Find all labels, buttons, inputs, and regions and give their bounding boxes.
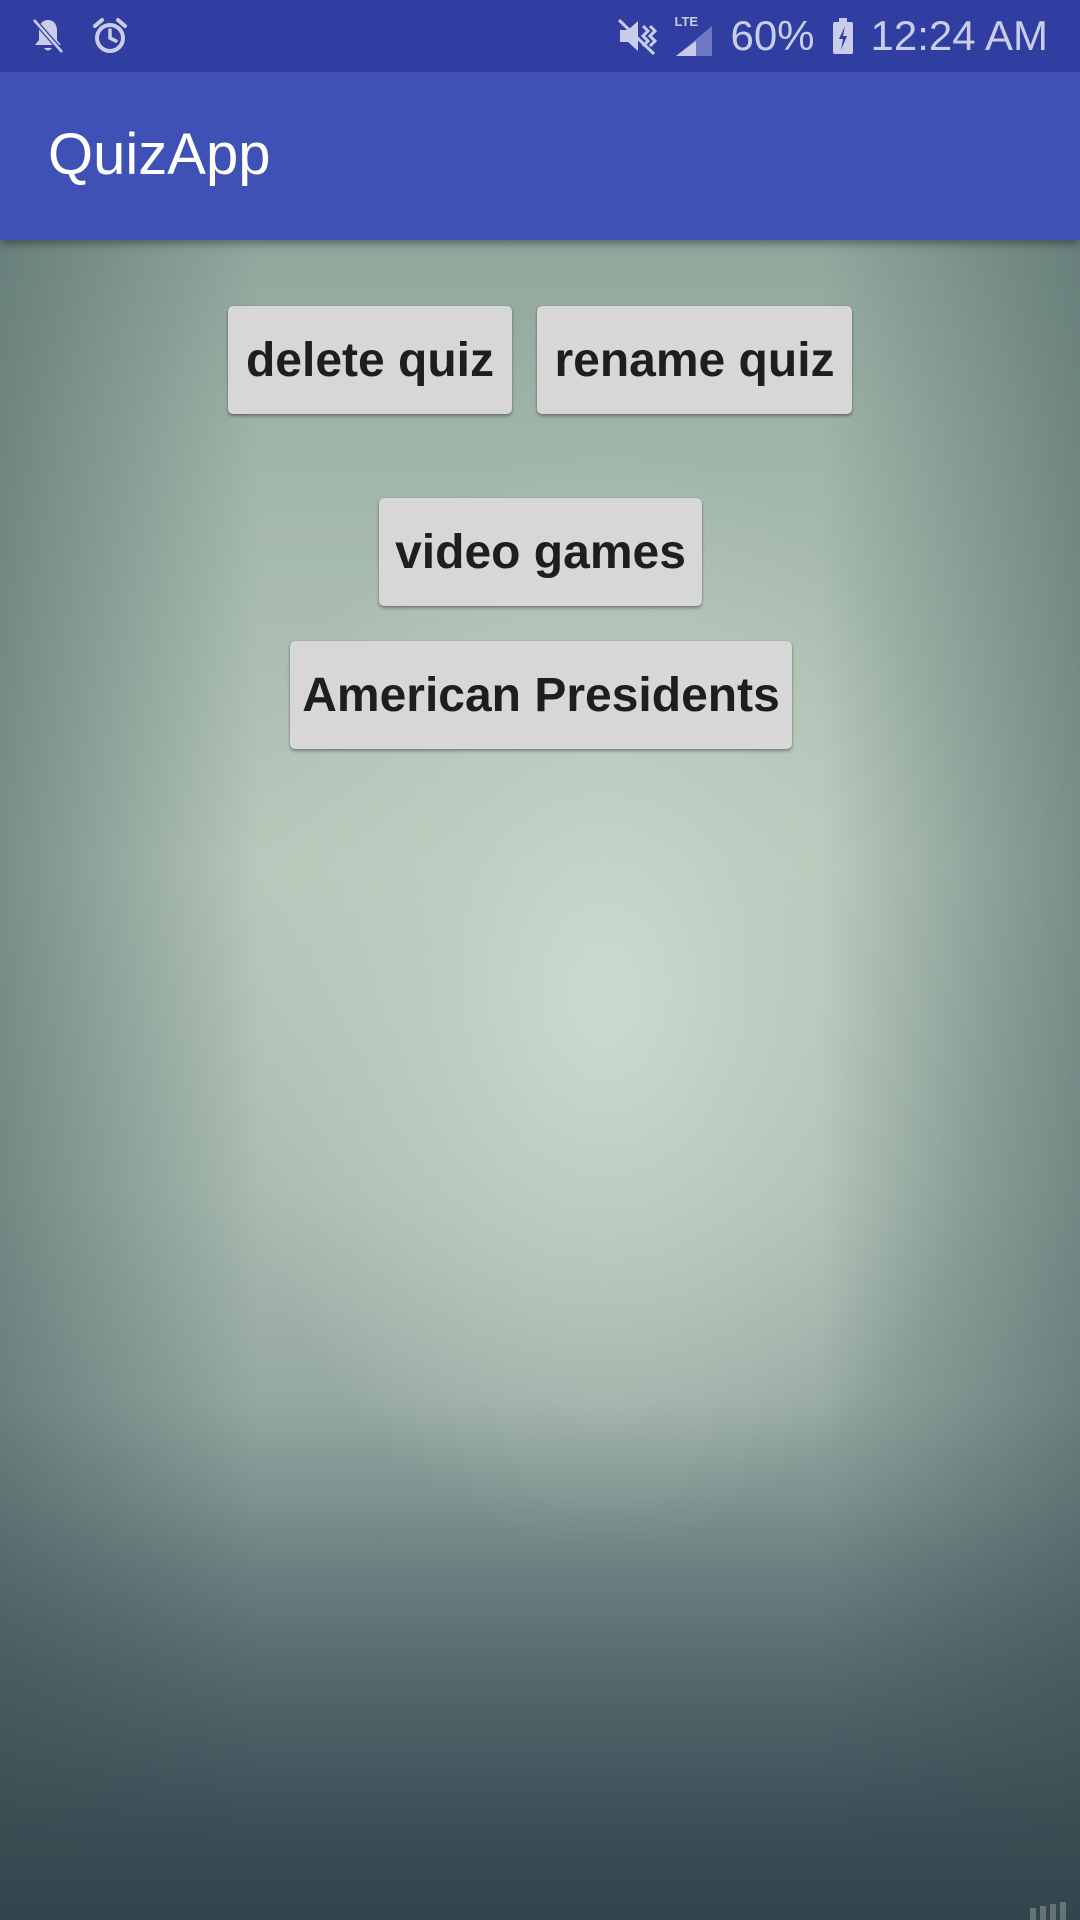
bell-off-icon <box>30 16 66 56</box>
rename-quiz-button[interactable]: rename quiz <box>537 306 852 414</box>
quiz-button-video-games[interactable]: video games <box>379 498 702 606</box>
status-bar-right: LTE 60% 12:24 AM <box>616 0 1048 72</box>
battery-charging-icon <box>831 16 855 56</box>
vibrate-muted-icon <box>616 16 658 56</box>
signal-strength-icon: LTE <box>674 14 714 58</box>
screen: LTE 60% 12:24 AM QuizApp delete quiz ren… <box>0 0 1080 1920</box>
clock-time: 12:24 AM <box>870 12 1048 59</box>
background-vignette-bottom <box>0 1400 1080 1920</box>
background-vignette-right <box>820 0 1080 1920</box>
alarm-clock-icon <box>92 16 128 56</box>
background-vignette-left <box>0 0 260 1920</box>
status-bar-left <box>30 0 128 72</box>
app-title: QuizApp <box>48 122 271 187</box>
quiz-button-american-presidents[interactable]: American Presidents <box>290 641 792 749</box>
app-bar: QuizApp <box>0 72 1080 240</box>
battery-percentage: 60% <box>730 12 815 59</box>
corner-handle-icon <box>1030 1902 1066 1920</box>
delete-quiz-button[interactable]: delete quiz <box>228 306 512 414</box>
status-bar: LTE 60% 12:24 AM <box>0 0 1080 72</box>
